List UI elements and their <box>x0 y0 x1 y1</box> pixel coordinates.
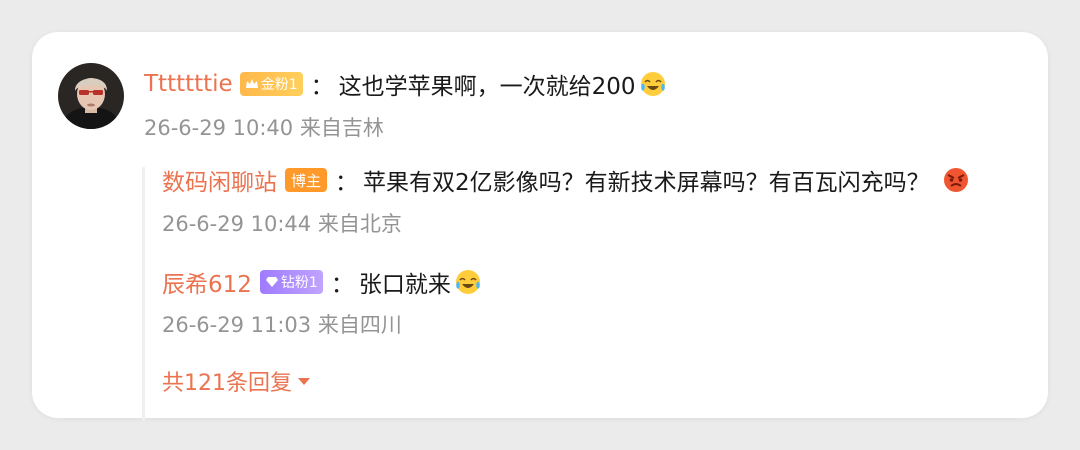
reply-text: 张口就来 <box>358 272 451 298</box>
comment-username[interactable]: Tttttttie <box>144 71 233 97</box>
diamond-icon <box>265 277 278 287</box>
more-replies-label: 共121条回复 <box>162 371 292 396</box>
reply-line: 辰希612 钻粉1 ： 张口就来 <box>162 265 482 299</box>
laughing-crying-emoji <box>640 72 665 96</box>
reply-thread-line <box>142 167 145 421</box>
reply-username[interactable]: 数码闲聊站 <box>162 163 277 197</box>
colon: ： <box>310 74 334 100</box>
colon: ： <box>330 272 354 298</box>
comment-line: Tttttttie 金粉1 ： 这也学苹果啊，一次就给200 <box>144 67 667 101</box>
colon: ： <box>335 170 359 196</box>
angry-emoji <box>943 168 968 192</box>
reply-meta: 26-6-29 10:44 来自北京 <box>162 212 402 236</box>
avatar[interactable] <box>58 63 124 129</box>
more-replies-link[interactable]: 共121条回复 <box>162 365 312 397</box>
crown-icon <box>245 79 258 88</box>
laughing-crying-emoji <box>455 270 480 294</box>
caret-down-icon <box>298 378 310 385</box>
reply-meta: 26-6-29 11:03 来自四川 <box>162 313 402 337</box>
diamond-fan-badge-label: 钻粉1 <box>280 275 318 291</box>
comment-card: Tttttttie 金粉1 ： 这也学苹果啊，一次就给200 26-6-29 1… <box>32 32 1048 421</box>
comment-text: 这也学苹果啊，一次就给200 <box>338 74 636 100</box>
blogger-badge[interactable]: 博主 <box>285 168 328 192</box>
gold-fan-badge[interactable]: 金粉1 <box>239 72 303 96</box>
reply-username[interactable]: 辰希612 <box>162 265 252 299</box>
reply-line: 数码闲聊站 博主 ： 苹果有双2亿影像吗？有新技术屏幕吗？有百瓦闪充吗？ <box>162 163 970 197</box>
gold-fan-badge-label: 金粉1 <box>260 77 298 93</box>
comment-meta: 26-6-29 10:40 来自吉林 <box>144 116 384 140</box>
reply-text: 苹果有双2亿影像吗？有新技术屏幕吗？有百瓦闪充吗？ <box>363 170 930 196</box>
diamond-fan-badge[interactable]: 钻粉1 <box>259 270 323 294</box>
